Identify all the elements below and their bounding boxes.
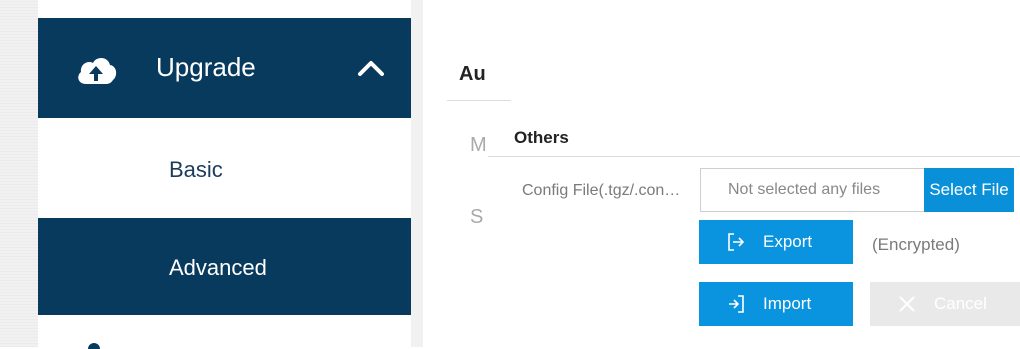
left-gutter (0, 0, 38, 347)
sidebar-item-label: Advanced (169, 255, 267, 280)
select-file-label: Select File (929, 180, 1009, 199)
export-button[interactable]: Export (699, 220, 853, 264)
sidebar-item-next[interactable] (38, 318, 411, 349)
cancel-button[interactable]: Cancel (870, 282, 1020, 326)
sidebar-item-basic[interactable]: Basic (38, 118, 411, 218)
import-button[interactable]: Import (699, 282, 853, 326)
close-icon (899, 296, 915, 312)
file-input-placeholder: Not selected any files (728, 181, 881, 198)
sidebar-item-label: Basic (169, 157, 223, 182)
import-label: Import (763, 294, 812, 313)
title-divider (488, 156, 1020, 157)
config-file-input[interactable]: Not selected any files (700, 168, 924, 212)
background-label-m: M (470, 134, 487, 156)
tab-underline (447, 100, 511, 101)
encrypted-note: (Encrypted) (872, 235, 960, 254)
sidebar: Upgrade Basic Advanced (38, 0, 411, 349)
others-panel: Others Config File(.tgz/.con… Not select… (488, 112, 1020, 347)
sidebar-divider (411, 0, 423, 347)
chevron-up-icon[interactable] (357, 58, 385, 78)
config-file-label: Config File(.tgz/.con… (522, 182, 681, 199)
import-icon (729, 295, 744, 313)
sidebar-section-label: Upgrade (156, 52, 256, 82)
next-item-icon (88, 343, 100, 349)
export-icon (728, 233, 745, 251)
cancel-label: Cancel (934, 294, 987, 313)
others-title: Others (514, 128, 569, 147)
select-file-button[interactable]: Select File (924, 168, 1014, 212)
sidebar-item-advanced[interactable]: Advanced (38, 218, 411, 315)
cloud-upload-icon (78, 57, 117, 84)
background-label-s: S (470, 206, 484, 228)
tab-partial-title[interactable]: Au (459, 63, 486, 86)
sidebar-section-upgrade[interactable]: Upgrade (38, 18, 411, 118)
export-label: Export (763, 232, 813, 251)
